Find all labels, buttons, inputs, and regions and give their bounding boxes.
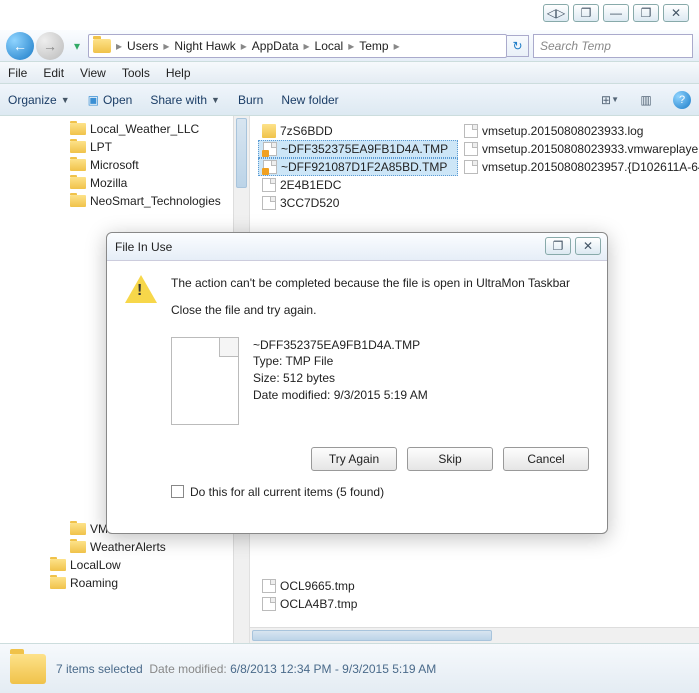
- dialog-instruction: Close the file and try again.: [171, 302, 570, 319]
- menu-help[interactable]: Help: [166, 66, 191, 80]
- dialog-close-button[interactable]: ✕: [575, 237, 601, 255]
- tree-item[interactable]: LocalLow: [50, 556, 249, 574]
- apply-all-checkbox[interactable]: [171, 485, 184, 498]
- folder-icon: [50, 577, 66, 589]
- maximize-button[interactable]: ❐: [633, 4, 659, 22]
- toolbar: Organize▼ ▣Open Share with▼ Burn New fol…: [0, 84, 699, 116]
- menu-view[interactable]: View: [80, 66, 106, 80]
- dialog-filesize: Size: 512 bytes: [253, 370, 428, 387]
- dialog-restore-button[interactable]: ❐: [545, 237, 571, 255]
- apply-all-label: Do this for all current items (5 found): [190, 485, 384, 499]
- share-button[interactable]: Share with▼: [150, 93, 220, 107]
- forward-button[interactable]: →: [36, 32, 64, 60]
- folder-icon: [70, 123, 86, 135]
- open-button[interactable]: ▣Open: [88, 93, 133, 107]
- folder-icon: [70, 541, 86, 553]
- list-item[interactable]: 3CC7D520: [258, 194, 458, 212]
- file-icon: [262, 579, 276, 593]
- folder-icon: [70, 523, 86, 535]
- refresh-button[interactable]: ↻: [507, 35, 529, 57]
- organize-button[interactable]: Organize▼: [8, 93, 70, 107]
- crumb-appdata[interactable]: AppData: [248, 39, 303, 53]
- crumb-local[interactable]: Local: [311, 39, 348, 53]
- list-item[interactable]: vmsetup.20150808023933.vmwareplaye: [460, 140, 699, 158]
- dialog-title: File In Use: [107, 233, 607, 261]
- status-text: 7 items selected Date modified: 6/8/2013…: [56, 662, 436, 676]
- file-icon: [464, 124, 478, 138]
- list-item[interactable]: vmsetup.20150808023933.log: [460, 122, 699, 140]
- tree-item[interactable]: WeatherAlerts: [70, 538, 249, 556]
- file-icon: [464, 160, 478, 174]
- window-controls: ◁▷ ❐ — ❐ ✕: [543, 4, 689, 22]
- list-item[interactable]: vmsetup.20150808023957.{D102611A-64: [460, 158, 699, 176]
- list-item[interactable]: 7zS6BDD: [258, 122, 458, 140]
- list-item[interactable]: 2E4B1EDC: [258, 176, 458, 194]
- burn-button[interactable]: Burn: [238, 93, 263, 107]
- file-icon: [464, 142, 478, 156]
- nav-bar: ← → ▾ ▸ Users▸ Night Hawk▸ AppData▸ Loca…: [0, 30, 699, 62]
- file-icon: [262, 178, 276, 192]
- close-button[interactable]: ✕: [663, 4, 689, 22]
- tree-item[interactable]: Local_Weather_LLC: [70, 120, 249, 138]
- back-button[interactable]: ←: [6, 32, 34, 60]
- crumb-users[interactable]: Users: [123, 39, 162, 53]
- file-icon: [171, 337, 239, 425]
- cancel-button[interactable]: Cancel: [503, 447, 589, 471]
- folder-icon: [70, 159, 86, 171]
- minimize-button[interactable]: —: [603, 4, 629, 22]
- warning-icon: [125, 275, 157, 307]
- list-item[interactable]: ~DFF921087D1F2A85BD.TMP: [258, 158, 458, 176]
- file-icon: [263, 160, 277, 174]
- dialog-filemodified: Date modified: 9/3/2015 5:19 AM: [253, 387, 428, 404]
- dialog-message: The action can't be completed because th…: [171, 275, 570, 292]
- content-scrollbar[interactable]: [250, 627, 699, 643]
- search-input[interactable]: Search Temp: [533, 34, 693, 58]
- crumb-nighthawk[interactable]: Night Hawk: [170, 39, 239, 53]
- breadcrumb[interactable]: ▸ Users▸ Night Hawk▸ AppData▸ Local▸ Tem…: [88, 34, 507, 58]
- lock-icon: [262, 168, 269, 175]
- menu-bar: File Edit View Tools Help: [0, 62, 699, 84]
- dialog-filetype: Type: TMP File: [253, 353, 428, 370]
- menu-file[interactable]: File: [8, 66, 27, 80]
- file-icon: [262, 597, 276, 611]
- menu-tools[interactable]: Tools: [122, 66, 150, 80]
- tree-item[interactable]: Microsoft: [70, 156, 249, 174]
- menu-edit[interactable]: Edit: [43, 66, 64, 80]
- lock-icon: [262, 150, 269, 157]
- list-item[interactable]: OCL9665.tmp: [258, 577, 458, 595]
- skip-button[interactable]: Skip: [407, 447, 493, 471]
- file-in-use-dialog: File In Use ❐ ✕ The action can't be comp…: [106, 232, 608, 534]
- crumb-temp[interactable]: Temp: [355, 39, 392, 53]
- dialog-filename: ~DFF352375EA9FB1D4A.TMP: [253, 337, 428, 354]
- tree-item[interactable]: LPT: [70, 138, 249, 156]
- list-item[interactable]: OCLA4B7.tmp: [258, 595, 458, 613]
- folder-icon: [70, 141, 86, 153]
- folder-icon: [70, 195, 86, 207]
- try-again-button[interactable]: Try Again: [311, 447, 397, 471]
- restore-button[interactable]: ❐: [573, 4, 599, 22]
- tree-item[interactable]: NeoSmart_Technologies: [70, 192, 249, 210]
- help-button[interactable]: ?: [673, 91, 691, 109]
- list-item[interactable]: ~DFF352375EA9FB1D4A.TMP: [258, 140, 458, 158]
- file-icon: [263, 142, 277, 156]
- preview-pane-button[interactable]: ▥: [637, 91, 655, 109]
- tree-item[interactable]: Mozilla: [70, 174, 249, 192]
- history-dropdown[interactable]: ▾: [70, 36, 84, 56]
- folder-icon: [93, 39, 111, 53]
- folder-icon: [10, 654, 46, 684]
- file-icon: [262, 196, 276, 210]
- pane-toggle-button[interactable]: ◁▷: [543, 4, 569, 22]
- tree-item[interactable]: Roaming: [50, 574, 249, 592]
- status-bar: 7 items selected Date modified: 6/8/2013…: [0, 643, 699, 693]
- folder-icon: [262, 124, 276, 138]
- newfolder-button[interactable]: New folder: [281, 93, 338, 107]
- view-mode-button[interactable]: ⊞▼: [601, 91, 619, 109]
- folder-icon: [50, 559, 66, 571]
- folder-icon: [70, 177, 86, 189]
